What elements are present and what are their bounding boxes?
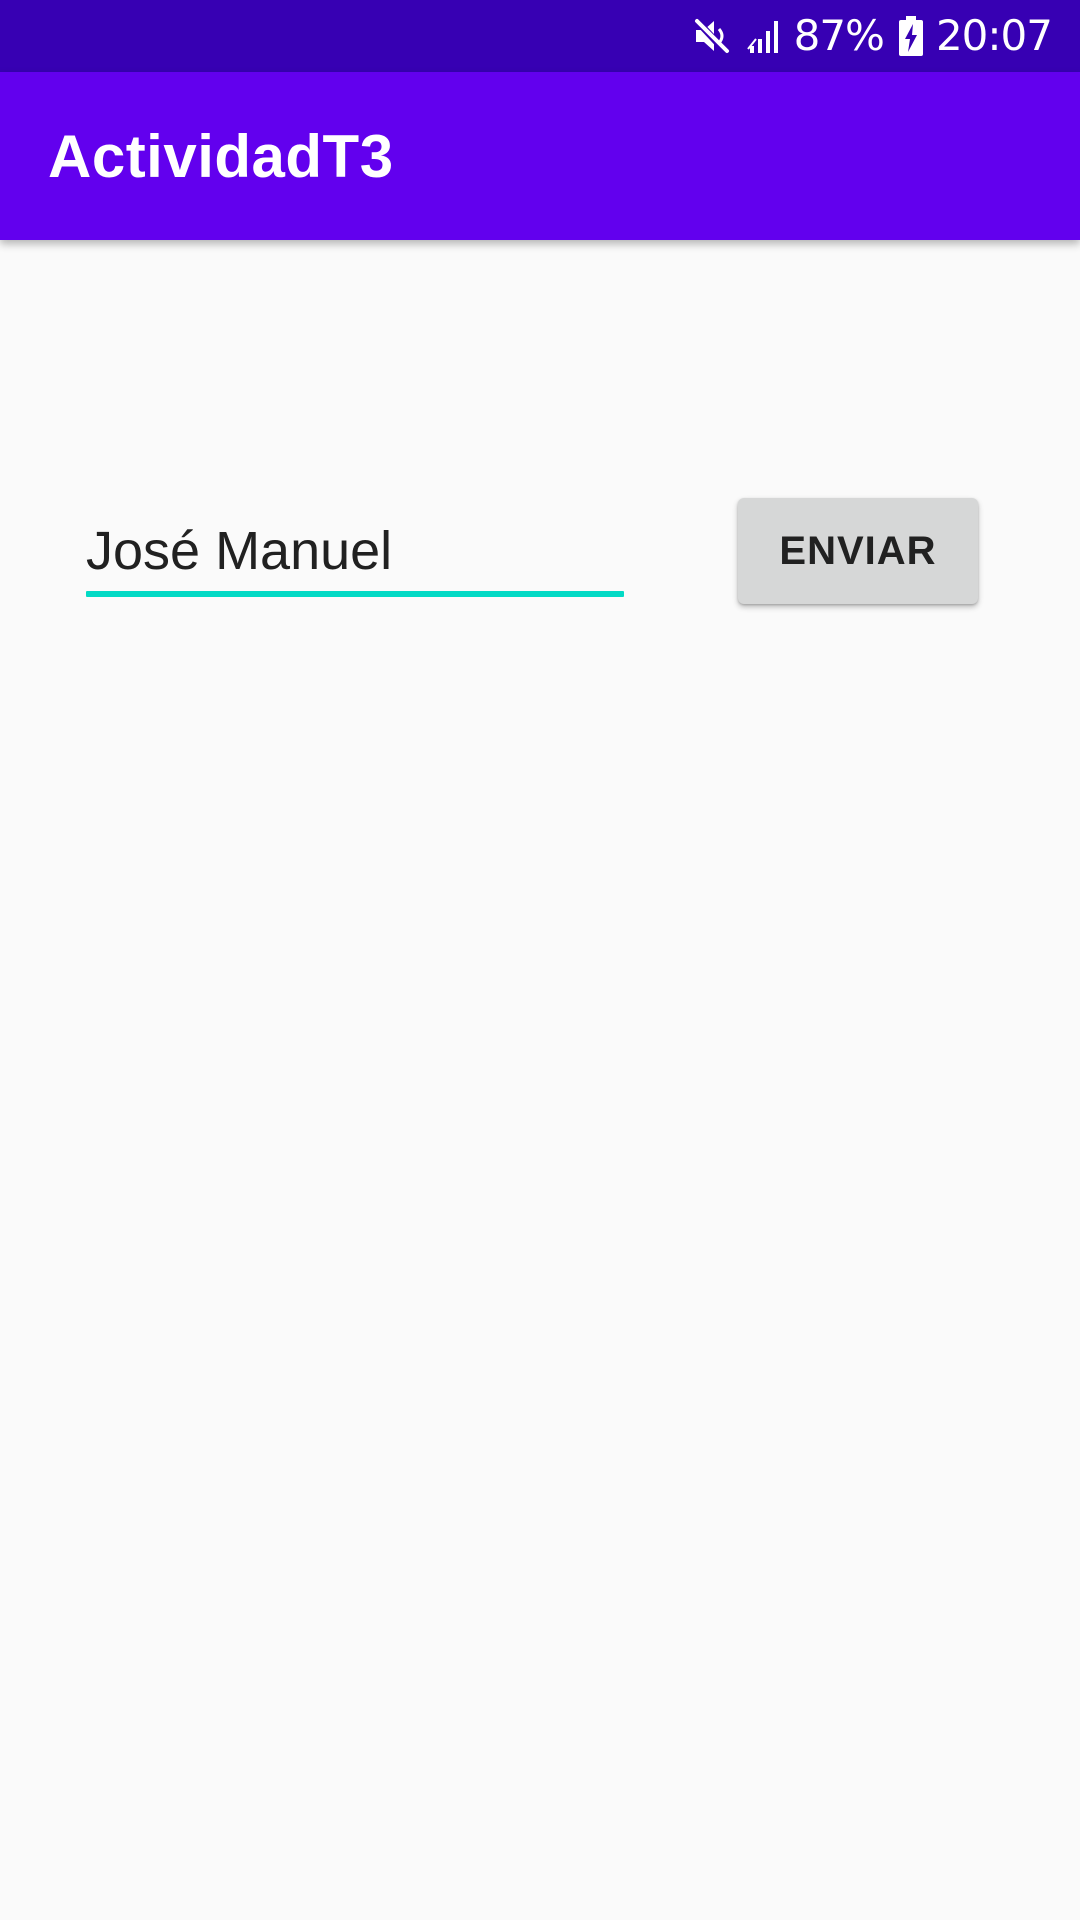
- app-screen: 87% 20:07 ActividadT3 ENVIAR: [0, 0, 1080, 1920]
- app-bar: ActividadT3: [0, 72, 1080, 240]
- send-button[interactable]: ENVIAR: [738, 498, 978, 604]
- app-title: ActividadT3: [48, 122, 394, 190]
- battery-charging-icon: [898, 15, 924, 57]
- signal-icon: [746, 16, 786, 56]
- status-bar: 87% 20:07: [0, 0, 1080, 72]
- name-field-underline: [86, 591, 624, 597]
- mute-icon: [692, 16, 732, 56]
- name-field[interactable]: [86, 505, 624, 597]
- name-input[interactable]: [86, 505, 624, 591]
- battery-percent: 87%: [793, 11, 885, 60]
- clock: 20:07: [935, 11, 1053, 60]
